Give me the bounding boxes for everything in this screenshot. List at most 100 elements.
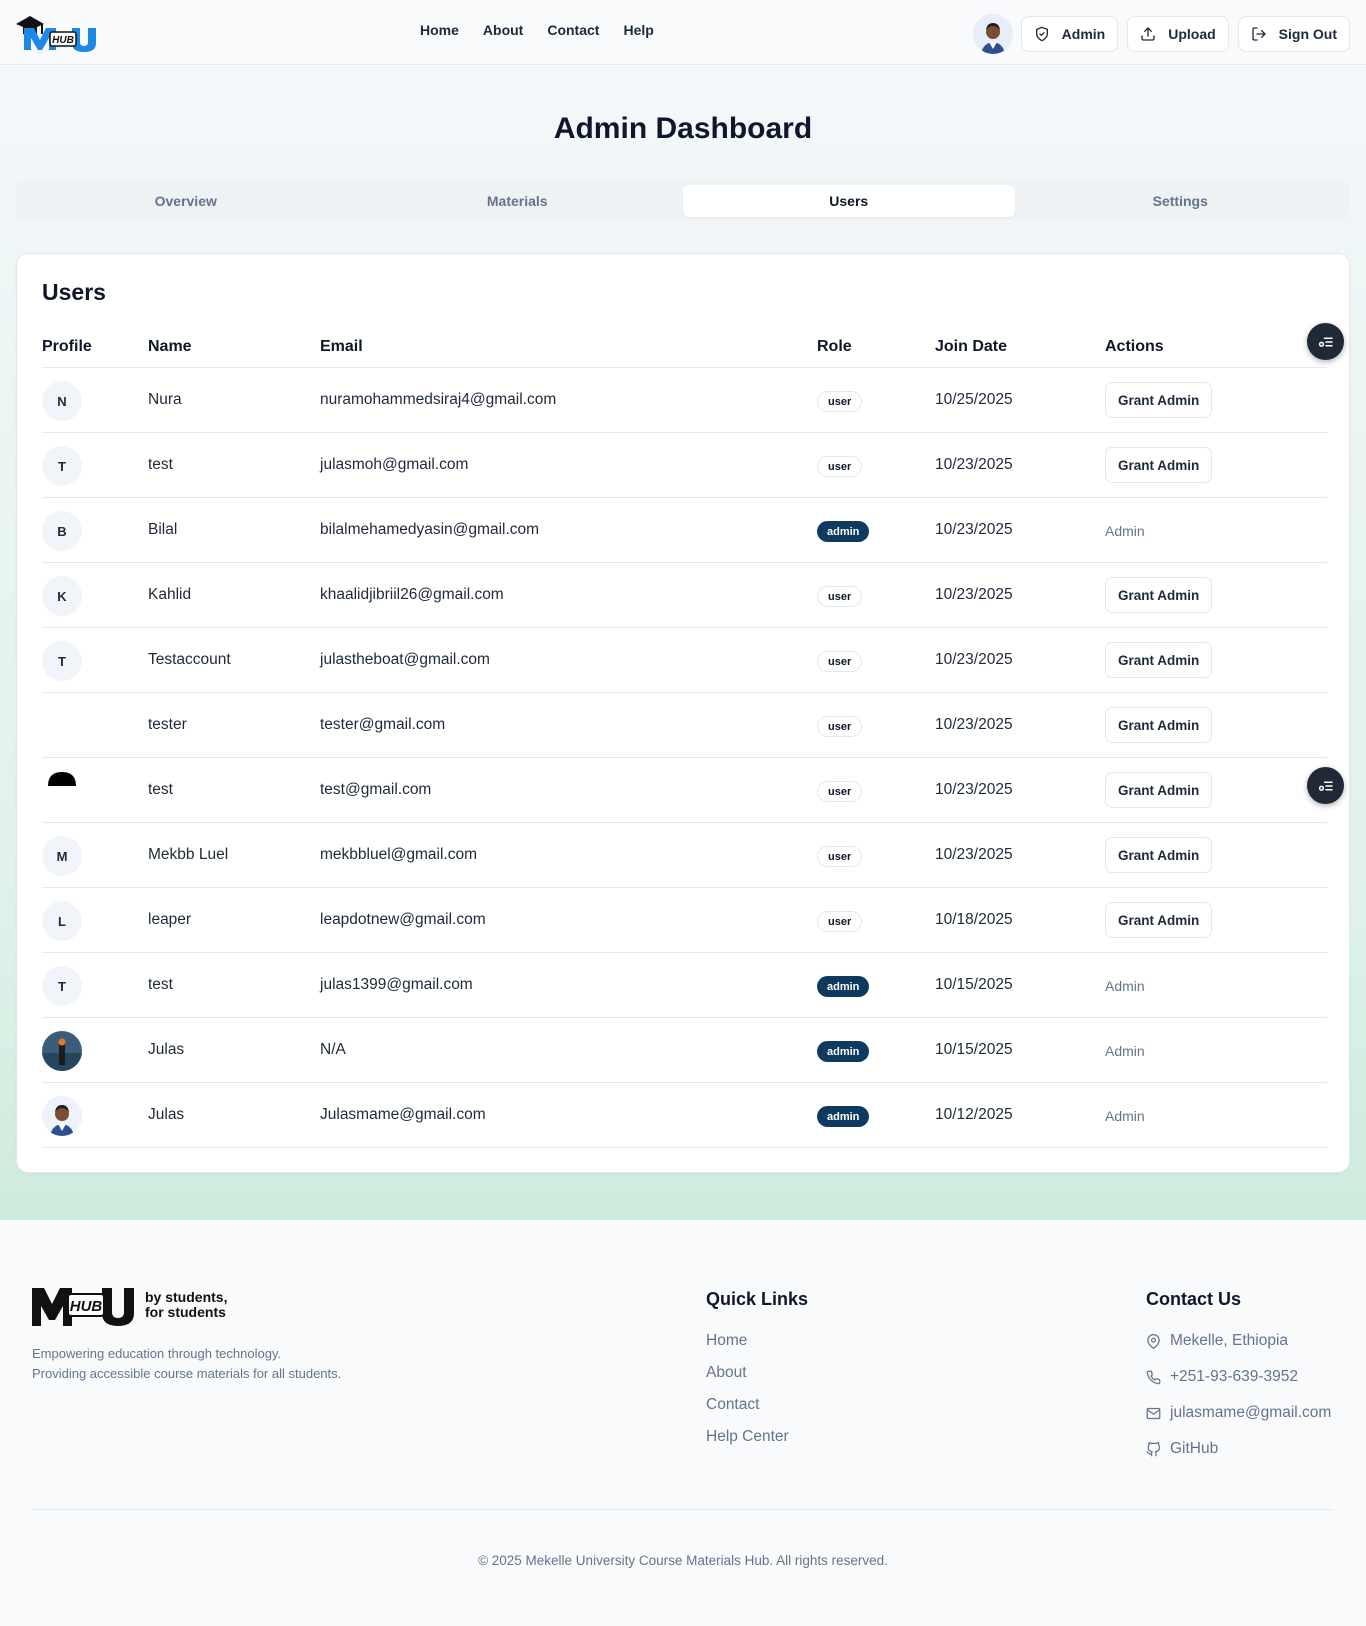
footer-description: Empowering education through technology.…	[32, 1344, 392, 1384]
user-email: julasmoh@gmail.com	[320, 456, 469, 473]
users-card-title: Users	[42, 279, 106, 305]
footer-link-home[interactable]: Home	[706, 1332, 747, 1350]
tab-settings[interactable]: Settings	[1015, 185, 1347, 217]
nav-home-link[interactable]: Home	[420, 22, 459, 38]
avatar: B	[42, 511, 82, 551]
role-badge: admin	[817, 976, 870, 997]
upload-button[interactable]: Upload	[1127, 16, 1229, 52]
users-table: Profile Name Email Role Join Date Action…	[42, 328, 1327, 1148]
nav-about-link[interactable]: About	[483, 22, 523, 38]
user-email: julastheboat@gmail.com	[320, 651, 490, 668]
user-email: bilalmehamedyasin@gmail.com	[320, 521, 540, 538]
users-card: Users Profile Name Email Role Join Date …	[16, 253, 1350, 1173]
footer-description-line: Empowering education through technology.	[32, 1346, 282, 1361]
main-nav: Home About Contact Help	[420, 22, 654, 38]
user-email: N/A	[320, 1041, 346, 1058]
footer-link-about[interactable]: About	[706, 1364, 747, 1382]
upload-icon	[1141, 27, 1155, 41]
floating-menu-button[interactable]	[1307, 767, 1344, 804]
tab-overview[interactable]: Overview	[20, 185, 352, 217]
avatar: N	[42, 381, 82, 421]
admin-status-text: Admin	[1105, 523, 1145, 539]
footer-link-help-center[interactable]: Help Center	[706, 1428, 789, 1446]
avatar: K	[42, 576, 82, 616]
table-row: N Nura nuramohammedsiraj4@gmail.com user 10/…	[42, 368, 1327, 433]
tab-materials[interactable]: Materials	[352, 185, 684, 217]
table-body: N Nura nuramohammedsiraj4@gmail.com user 10/…	[42, 368, 1327, 1148]
user-email: khaalidjibriil26@gmail.com	[320, 586, 504, 603]
user-email: julas1399@gmail.com	[320, 976, 473, 993]
role-badge: user	[817, 846, 863, 867]
grant-admin-button[interactable]: Grant Admin	[1105, 642, 1213, 678]
sign-out-button[interactable]: Sign Out	[1237, 16, 1350, 52]
grant-admin-button[interactable]: Grant Admin	[1105, 382, 1213, 418]
github-icon	[1146, 1441, 1161, 1456]
list-settings-icon	[1318, 337, 1333, 347]
admin-status-text: Admin	[1105, 978, 1145, 994]
contact-email[interactable]: julasmame@gmail.com	[1146, 1404, 1331, 1422]
page-title: Admin Dashboard	[553, 112, 813, 145]
admin-button-label: Admin	[1061, 26, 1106, 42]
nav-help-link[interactable]: Help	[623, 22, 653, 38]
table-row: Lleaper leapdotnew@gmail.com user 10/18/202…	[42, 888, 1327, 953]
avatar: T	[42, 641, 82, 681]
join-date: 10/23/2025	[935, 456, 1013, 473]
footer-divider	[32, 1509, 1334, 1510]
role-badge: user	[817, 781, 863, 802]
mu-hub-logo[interactable]: HUB	[14, 10, 104, 54]
user-avatar[interactable]	[972, 14, 1013, 54]
join-date: 10/23/2025	[935, 716, 1013, 733]
footer-link-contact[interactable]: Contact	[706, 1396, 759, 1414]
avatar	[42, 1096, 82, 1136]
contact-us-title: Contact Us	[1146, 1289, 1242, 1309]
contact-phone[interactable]: +251-93-639-3952	[1146, 1368, 1298, 1386]
tab-users[interactable]: Users	[683, 185, 1015, 217]
table-row: Julas N/A admin 10/15/2025 Admin	[42, 1018, 1327, 1083]
column-header-actions: Actions	[1105, 338, 1164, 355]
user-name: Julas	[148, 1106, 185, 1123]
table-row: test test@gmail.com user 10/23/2025 Grant Ad…	[42, 758, 1327, 823]
user-name: Kahlid	[148, 586, 192, 603]
grant-admin-button[interactable]: Grant Admin	[1105, 447, 1213, 483]
footer-logo: HUB by students, for students	[32, 1288, 227, 1326]
role-badge: admin	[817, 521, 870, 542]
avatar	[42, 771, 82, 811]
column-header-role: Role	[817, 338, 852, 355]
join-date: 10/23/2025	[935, 586, 1013, 603]
user-name: test	[148, 456, 173, 473]
shield-icon	[1035, 26, 1048, 42]
contact-email-text: julasmame@gmail.com	[1170, 1404, 1332, 1421]
grant-admin-button[interactable]: Grant Admin	[1105, 902, 1213, 938]
admin-button[interactable]: Admin	[1020, 16, 1119, 52]
user-email: test@gmail.com	[320, 781, 432, 798]
logout-icon	[1252, 27, 1266, 41]
logo-tagline-2: for students	[145, 1304, 226, 1320]
role-badge: user	[817, 716, 863, 737]
copyright-text: © 2025 Mekelle University Course Materia…	[478, 1553, 888, 1568]
grant-admin-button[interactable]: Grant Admin	[1105, 772, 1213, 808]
join-date: 10/12/2025	[935, 1106, 1013, 1123]
role-badge: user	[817, 456, 863, 477]
join-date: 10/15/2025	[935, 976, 1013, 993]
avatar: L	[42, 901, 82, 941]
role-badge: user	[817, 651, 863, 672]
user-name: test	[148, 781, 173, 798]
logo-tagline-1: by students,	[145, 1289, 227, 1305]
user-name: test	[148, 976, 173, 993]
contact-github[interactable]: GitHub	[1146, 1440, 1218, 1458]
nav-contact-link[interactable]: Contact	[547, 22, 599, 38]
column-header-name: Name	[148, 338, 192, 355]
quick-links-title: Quick Links	[706, 1289, 809, 1309]
role-badge: user	[817, 391, 863, 412]
table-row: K Kahlid khaalidjibriil26@gmail.com user 10/…	[42, 563, 1327, 628]
grant-admin-button[interactable]: Grant Admin	[1105, 837, 1213, 873]
grant-admin-button[interactable]: Grant Admin	[1105, 577, 1213, 613]
grant-admin-button[interactable]: Grant Admin	[1105, 707, 1213, 743]
upload-button-label: Upload	[1168, 26, 1216, 42]
role-badge: user	[817, 911, 863, 932]
list-settings-icon	[1318, 781, 1333, 791]
role-badge: admin	[817, 1041, 870, 1062]
user-name: Mekbb Luel	[148, 846, 229, 863]
table-row: T Testaccount julastheboat@gmail.com user 10…	[42, 628, 1327, 693]
floating-menu-button[interactable]	[1307, 323, 1344, 360]
